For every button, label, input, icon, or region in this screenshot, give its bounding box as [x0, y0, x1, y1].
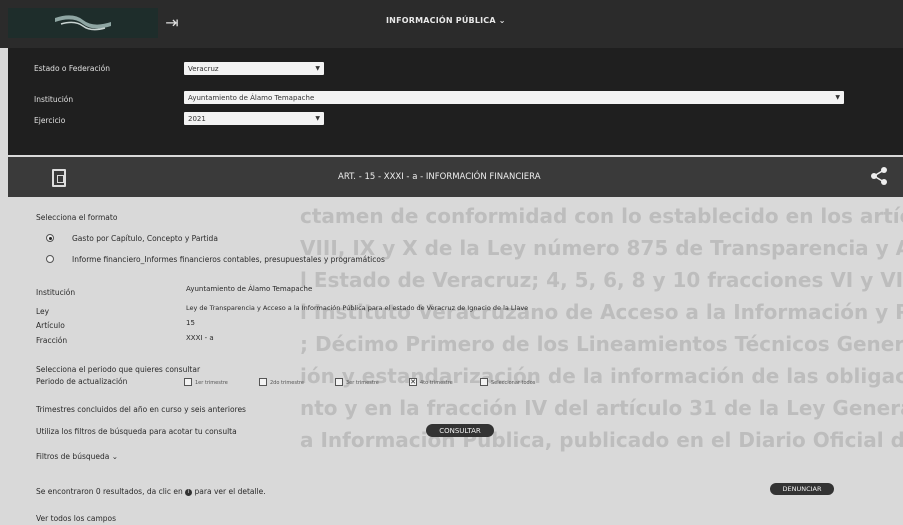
detail-ley-label: Ley	[36, 307, 50, 316]
ver-todos-campos-link[interactable]: Ver todos los campos	[36, 514, 116, 523]
main-content: Selecciona el formato Gasto por Capítulo…	[0, 197, 903, 525]
period-note: Trimestres concluidos del año en curso y…	[36, 405, 246, 414]
share-icon[interactable]	[869, 166, 889, 186]
period-label: Periodo de actualización	[36, 377, 128, 386]
period-checkbox-0[interactable]	[184, 378, 192, 386]
dropdown-arrow-icon: ▼	[315, 65, 320, 72]
period-checkbox-1[interactable]	[259, 378, 267, 386]
institucion-select[interactable]: Ayuntamiento de Álamo Temapache ▼	[184, 91, 844, 104]
period-option-0: 1er trimestre	[195, 380, 228, 386]
denunciar-button[interactable]: DENUNCIAR	[770, 483, 834, 495]
period-checkbox-4[interactable]	[480, 378, 488, 386]
info-icon: i	[185, 488, 193, 496]
detail-fraccion-value: XXXI - a	[186, 334, 214, 342]
format-radio-1[interactable]	[46, 255, 54, 263]
period-option-2: 3er trimestre	[346, 380, 379, 386]
article-bar: ART. - 15 - XXXI - a - INFORMACIÓN FINAN…	[8, 157, 903, 197]
period-heading: Selecciona el periodo que quieres consul…	[36, 365, 201, 374]
menu-label: INFORMACIÓN PÚBLICA	[386, 16, 496, 25]
consultar-button[interactable]: CONSULTAR	[426, 424, 494, 437]
results-text-after: para ver el detalle.	[194, 487, 266, 496]
format-option-1[interactable]: Informe financiero_Informes financieros …	[72, 255, 385, 264]
sidebar-toggle-icon[interactable]: ⇥	[160, 10, 184, 34]
format-option-0[interactable]: Gasto por Capítulo, Concepto y Partida	[72, 234, 218, 243]
detail-fraccion-label: Fracción	[36, 336, 68, 345]
logo-icon	[55, 15, 111, 31]
ejercicio-label: Ejercicio	[34, 116, 66, 125]
detail-articulo-value: 15	[186, 319, 195, 327]
period-checkbox-3[interactable]: ✕	[409, 378, 417, 386]
results-summary: Se encontraron 0 resultados, da clic en …	[36, 487, 266, 496]
results-text-before: Se encontraron 0 resultados, da clic en	[36, 487, 183, 496]
document-icon	[52, 169, 66, 187]
period-option-4: Seleccionar todos	[491, 380, 536, 386]
informacion-publica-menu[interactable]: INFORMACIÓN PÚBLICA ⌄	[386, 16, 506, 25]
ejercicio-value: 2021	[188, 114, 206, 123]
chevron-down-icon: ⌄	[498, 16, 506, 25]
format-heading: Selecciona el formato	[36, 213, 118, 222]
search-hint: Utiliza los filtros de búsqueda para aco…	[36, 427, 237, 436]
filters-toggle-label: Filtros de búsqueda	[36, 452, 110, 461]
institucion-label: Institución	[34, 95, 74, 104]
ejercicio-select[interactable]: 2021 ▼	[184, 112, 324, 125]
period-option-1: 2do trimestre	[270, 380, 304, 386]
period-checkbox-2[interactable]	[335, 378, 343, 386]
detail-institucion-value: Ayuntamiento de Álamo Temapache	[186, 285, 313, 293]
filters-toggle[interactable]: Filtros de búsqueda ⌄	[36, 452, 118, 461]
logo[interactable]	[8, 8, 158, 38]
top-navbar: ⇥ INFORMACIÓN PÚBLICA ⌄	[0, 0, 903, 48]
detail-articulo-label: Artículo	[36, 321, 65, 330]
estado-select[interactable]: Veracruz ▼	[184, 62, 324, 75]
detail-institucion-label: Institución	[36, 288, 76, 297]
detail-ley-value: Ley de Transparencia y Acceso a la Infor…	[186, 304, 529, 312]
estado-value: Veracruz	[188, 64, 219, 73]
estado-label: Estado o Federación	[34, 64, 111, 73]
chevron-down-icon: ⌄	[111, 452, 119, 461]
period-option-3: 4to trimestre	[420, 380, 453, 386]
filters-panel: Estado o Federación Veracruz ▼ Instituci…	[8, 48, 903, 155]
format-radio-0[interactable]	[46, 234, 54, 242]
dropdown-arrow-icon: ▼	[835, 94, 840, 101]
article-title: ART. - 15 - XXXI - a - INFORMACIÓN FINAN…	[338, 172, 541, 182]
institucion-value: Ayuntamiento de Álamo Temapache	[188, 93, 315, 102]
dropdown-arrow-icon: ▼	[315, 115, 320, 122]
